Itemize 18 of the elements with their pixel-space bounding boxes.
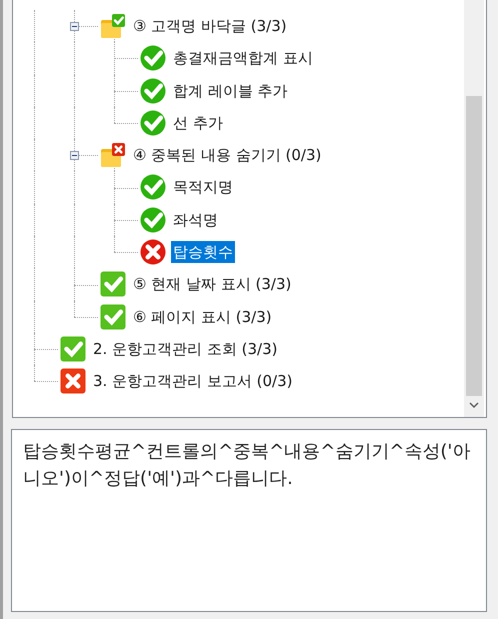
tree-item[interactable]: 탑승횟수 (171, 241, 235, 264)
tree-item[interactable]: 총결재금액합계 표시 (171, 47, 315, 70)
tree-item[interactable]: 합계 레이블 추가 (171, 80, 290, 102)
tree-item[interactable]: 2. 운항고객관리 조회 (3/3) (91, 338, 280, 360)
scrollbar-thumb[interactable] (466, 96, 482, 396)
tree-item[interactable]: 선 추가 (171, 112, 225, 134)
message-text: 탑승횟수평균^컨트롤의^중복^내용^숨기기^속성('아니오')이^정답('예')과^다릅니다. (23, 440, 472, 491)
collapse-icon[interactable] (70, 22, 79, 31)
tree-item[interactable]: 3. 운항고객관리 보고서 (0/3) (91, 370, 294, 392)
tree-item[interactable]: ④ 중복된 내용 숨기기 (0/3) (131, 144, 324, 166)
tree-item[interactable]: 좌석명 (171, 208, 220, 231)
collapse-icon[interactable] (70, 151, 79, 160)
scrollbar[interactable] (464, 0, 484, 417)
tree-item[interactable]: ⑤ 현재 날짜 표시 (3/3) (131, 273, 294, 296)
tree-item[interactable]: 목적지명 (171, 176, 235, 198)
tree-item[interactable]: ⑥ 페이지 표시 (3/3) (131, 306, 274, 328)
tree-item[interactable]: ③ 고객명 바닥글 (3/3) (131, 15, 289, 37)
scroll-down-icon[interactable] (469, 401, 479, 409)
